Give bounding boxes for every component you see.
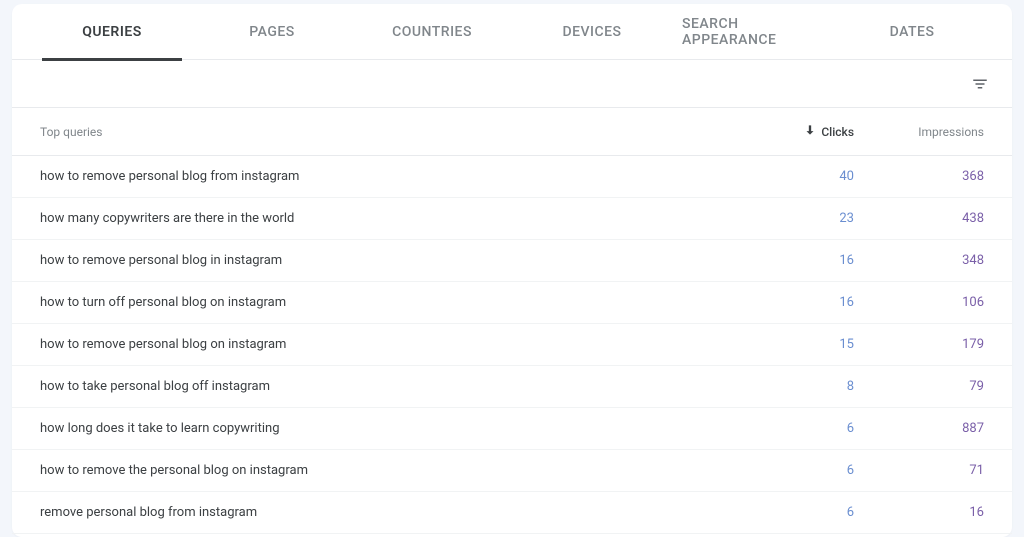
table-row: how to take personal blog off instagram8… bbox=[12, 366, 1012, 408]
tab-queries[interactable]: QUERIES bbox=[32, 4, 192, 60]
clicks-cell: 16 bbox=[734, 253, 854, 268]
header-impressions[interactable]: Impressions bbox=[854, 125, 984, 139]
table-row: how to remove the personal blog on insta… bbox=[12, 450, 1012, 492]
query-cell[interactable]: how to remove personal blog from instagr… bbox=[40, 169, 734, 184]
tab-label: SEARCH APPEARANCE bbox=[682, 16, 822, 48]
impressions-cell: 179 bbox=[854, 337, 984, 352]
impressions-cell: 887 bbox=[854, 421, 984, 436]
header-clicks[interactable]: Clicks bbox=[734, 123, 854, 140]
impressions-cell: 106 bbox=[854, 295, 984, 310]
impressions-cell: 79 bbox=[854, 379, 984, 394]
tab-pages[interactable]: PAGES bbox=[192, 4, 352, 60]
clicks-cell: 15 bbox=[734, 337, 854, 352]
tab-dates[interactable]: DATES bbox=[832, 4, 992, 60]
tab-countries[interactable]: COUNTRIES bbox=[352, 4, 512, 60]
filter-icon[interactable] bbox=[968, 72, 992, 96]
query-cell[interactable]: how to take personal blog off instagram bbox=[40, 379, 734, 394]
sort-arrow-down-icon bbox=[803, 123, 817, 140]
table-row: how to remove personal blog on instagram… bbox=[12, 324, 1012, 366]
table-header: Top queries Clicks Impressions bbox=[12, 108, 1012, 156]
impressions-cell: 16 bbox=[854, 505, 984, 520]
table-row: how long does it take to learn copywriti… bbox=[12, 408, 1012, 450]
impressions-cell: 368 bbox=[854, 169, 984, 184]
queries-table: Top queries Clicks Impressions how to re… bbox=[12, 108, 1012, 534]
clicks-cell: 6 bbox=[734, 421, 854, 436]
impressions-cell: 438 bbox=[854, 211, 984, 226]
clicks-cell: 16 bbox=[734, 295, 854, 310]
tab-label: QUERIES bbox=[82, 24, 142, 40]
table-row: remove personal blog from instagram616 bbox=[12, 492, 1012, 534]
query-cell[interactable]: how to remove the personal blog on insta… bbox=[40, 463, 734, 478]
table-row: how many copywriters are there in the wo… bbox=[12, 198, 1012, 240]
clicks-cell: 6 bbox=[734, 463, 854, 478]
query-cell[interactable]: how many copywriters are there in the wo… bbox=[40, 211, 734, 226]
query-cell[interactable]: how to remove personal blog on instagram bbox=[40, 337, 734, 352]
table-row: how to remove personal blog in instagram… bbox=[12, 240, 1012, 282]
query-cell[interactable]: how to remove personal blog in instagram bbox=[40, 253, 734, 268]
dimension-tabs: QUERIES PAGES COUNTRIES DEVICES SEARCH A… bbox=[12, 4, 1012, 60]
clicks-cell: 8 bbox=[734, 379, 854, 394]
table-body: how to remove personal blog from instagr… bbox=[12, 156, 1012, 534]
tab-label: DATES bbox=[890, 24, 935, 40]
header-clicks-label: Clicks bbox=[821, 125, 854, 139]
query-cell[interactable]: how to turn off personal blog on instagr… bbox=[40, 295, 734, 310]
report-card: QUERIES PAGES COUNTRIES DEVICES SEARCH A… bbox=[12, 4, 1012, 537]
query-cell[interactable]: how long does it take to learn copywriti… bbox=[40, 421, 734, 436]
header-top-queries[interactable]: Top queries bbox=[40, 125, 734, 139]
table-row: how to remove personal blog from instagr… bbox=[12, 156, 1012, 198]
tab-label: PAGES bbox=[249, 24, 295, 40]
tab-search-appearance[interactable]: SEARCH APPEARANCE bbox=[672, 4, 832, 60]
clicks-cell: 23 bbox=[734, 211, 854, 226]
tab-label: DEVICES bbox=[562, 24, 621, 40]
table-row: how to turn off personal blog on instagr… bbox=[12, 282, 1012, 324]
filter-row bbox=[12, 60, 1012, 108]
query-cell[interactable]: remove personal blog from instagram bbox=[40, 505, 734, 520]
clicks-cell: 40 bbox=[734, 169, 854, 184]
impressions-cell: 348 bbox=[854, 253, 984, 268]
tab-devices[interactable]: DEVICES bbox=[512, 4, 672, 60]
tab-label: COUNTRIES bbox=[392, 24, 472, 40]
clicks-cell: 6 bbox=[734, 505, 854, 520]
impressions-cell: 71 bbox=[854, 463, 984, 478]
